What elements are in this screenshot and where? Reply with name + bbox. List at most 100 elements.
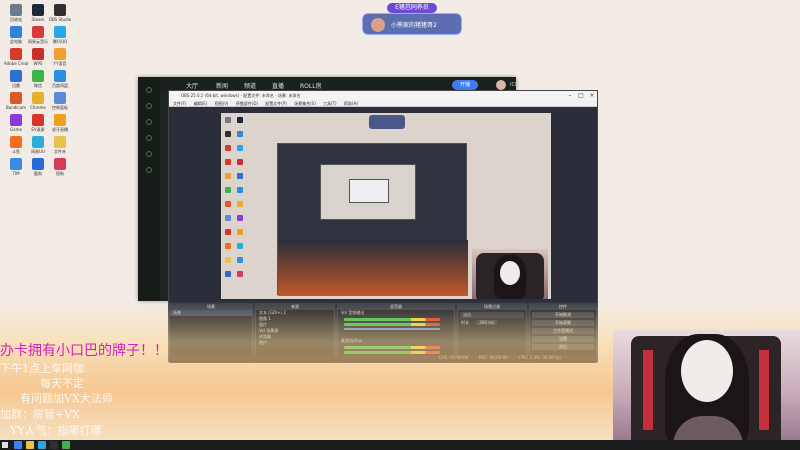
go-live-button[interactable]: 开播 <box>452 80 478 90</box>
desktop-app-icon[interactable]: Steam <box>26 4 50 22</box>
desktop-app-icon[interactable]: 控制面板 <box>48 92 72 110</box>
desktop-app-icon[interactable]: 搜狗 <box>48 158 72 176</box>
menu-help[interactable]: 帮助(H) <box>344 101 358 106</box>
app-icon <box>54 26 66 38</box>
mixer-channel-label: Vol 音频输出 <box>341 310 365 315</box>
app-icon <box>10 26 22 38</box>
nested-obs-preview <box>277 143 468 296</box>
desktop-app-icon[interactable]: 斗鱼 <box>4 136 28 154</box>
studio-mode-button[interactable]: 工作室模式 <box>532 328 594 334</box>
desktop-app-icon[interactable]: 迅雷 <box>4 70 28 88</box>
settings-icon[interactable] <box>146 167 152 173</box>
app-icon <box>32 136 44 148</box>
live-time: LIVE: 00:00:00 <box>439 355 469 360</box>
obs-window[interactable]: OBS 25.0.1 (64-bit, windows) - 配置文件: 未命名… <box>168 90 598 363</box>
desktop-icon-label: 腾讯QQ <box>52 39 68 44</box>
transition-select[interactable]: 淡出 <box>460 312 524 318</box>
menu-scene-collection[interactable]: 场景集合(S) <box>294 101 316 106</box>
obs-icon[interactable] <box>50 441 58 449</box>
desktop-app-icon[interactable]: OBS Studio <box>48 4 72 22</box>
start-recording-button[interactable]: 开始录制 <box>532 320 594 326</box>
preview-mini-icon <box>225 173 231 179</box>
menu-edit[interactable]: 编辑(E) <box>194 101 208 106</box>
transitions-dock-header: 场景过渡 <box>458 304 526 310</box>
maximize-icon[interactable]: □ <box>576 91 586 100</box>
desktop-icon-label: 迅雷 <box>12 83 20 88</box>
volume-slider[interactable] <box>344 328 440 330</box>
marquee-line: 每天不定 <box>40 377 84 390</box>
chat-icon[interactable] <box>146 119 152 125</box>
user-icon[interactable] <box>146 135 152 141</box>
source-item[interactable]: 图片 <box>256 340 334 346</box>
tab-roll[interactable]: ROLL房 <box>300 81 322 90</box>
menu-tools[interactable]: 工具(T) <box>323 101 337 106</box>
star-icon[interactable] <box>146 151 152 157</box>
preview-gift-badge <box>369 115 405 129</box>
app-icon <box>54 48 66 60</box>
desktop-icon-label: Adobe Creati... <box>4 61 28 66</box>
desktop-icon-label: 酷狗 <box>34 171 42 176</box>
desktop-icon-label: WPS <box>33 61 43 66</box>
tab-hall[interactable]: 大厅 <box>186 81 198 90</box>
menu-docks[interactable]: 停靠部件(D) <box>236 101 258 106</box>
desktop-app-icon[interactable]: EV录屏 <box>26 114 50 132</box>
desktop-app-icon[interactable]: Chrome <box>26 92 50 110</box>
obs-statusbar: LIVE: 00:00:00 REC: 00:00:00 CPU: 2.3%, … <box>169 355 597 361</box>
start-menu-icon[interactable] <box>2 442 8 448</box>
badge-avatar <box>371 18 385 32</box>
settings-button[interactable]: 设置 <box>532 336 594 342</box>
preview-mini-icon <box>225 145 231 151</box>
menu-profile[interactable]: 配置文件(P) <box>265 101 287 106</box>
badge-name: 小熊家的猪猪哥2 <box>391 22 437 29</box>
desktop-app-icon[interactable]: 网易UU <box>26 136 50 154</box>
menu-view[interactable]: 视图(V) <box>215 101 229 106</box>
desktop-app-icon[interactable]: 网易云音乐 <box>26 26 50 44</box>
wechat-icon[interactable] <box>62 441 70 449</box>
search-icon[interactable] <box>14 441 22 449</box>
nested-obs-preview-core <box>349 179 389 203</box>
duration-input[interactable]: 300 ms <box>476 320 498 325</box>
preview-mini-icon <box>237 159 243 165</box>
app-icon <box>54 158 66 170</box>
desktop-app-icon[interactable]: 微信 <box>26 70 50 88</box>
app-icon <box>10 70 22 82</box>
tab-channel[interactable]: 频道 <box>244 81 256 90</box>
tab-live[interactable]: 直播 <box>272 81 284 90</box>
home-icon[interactable] <box>146 87 152 93</box>
exit-button[interactable]: 退出 <box>532 344 594 350</box>
chair-stripe <box>759 350 769 430</box>
desktop-app-icon[interactable]: Bandicam <box>4 92 28 110</box>
game-icon[interactable] <box>146 103 152 109</box>
file-explorer-icon[interactable] <box>26 441 34 449</box>
minimize-icon[interactable]: – <box>565 91 575 100</box>
desktop-app-icon[interactable]: TIM <box>4 158 28 176</box>
app-icon <box>10 92 22 104</box>
desktop-app-icon[interactable]: 文件夹 <box>48 136 72 154</box>
qq-icon[interactable] <box>38 441 46 449</box>
desktop-app-icon[interactable]: 此电脑 <box>4 26 28 44</box>
desktop-icon-label: 百度网盘 <box>52 83 68 88</box>
preview-mini-icon <box>237 215 243 221</box>
preview-mini-icon <box>237 173 243 179</box>
desktop-icon-label: 虎牙直播 <box>52 127 68 132</box>
avatar[interactable] <box>496 80 506 90</box>
desktop-icon-label: 控制面板 <box>52 105 68 110</box>
close-icon[interactable]: × <box>587 91 597 100</box>
desktop-app-icon[interactable]: Game <box>4 114 28 132</box>
app-icon <box>10 136 22 148</box>
tab-news[interactable]: 新闻 <box>216 81 228 90</box>
menu-file[interactable]: 文件(F) <box>173 101 186 106</box>
audio-meter <box>344 351 440 354</box>
scenes-dock: 场景 场景 ＋ − ∧ ∨ <box>169 303 253 363</box>
desktop-app-icon[interactable]: 百度网盘 <box>48 70 72 88</box>
desktop-app-icon[interactable]: YY语音 <box>48 48 72 66</box>
desktop-app-icon[interactable]: 腾讯QQ <box>48 26 72 44</box>
duration-label: 时长 <box>461 320 469 325</box>
start-streaming-button[interactable]: 开始推流 <box>532 312 594 318</box>
desktop-app-icon[interactable]: 虎牙直播 <box>48 114 72 132</box>
scene-item[interactable]: 场景 <box>170 310 252 316</box>
desktop-app-icon[interactable]: Adobe Creati... <box>4 48 28 66</box>
desktop-app-icon[interactable]: 酷狗 <box>26 158 50 176</box>
desktop-app-icon[interactable]: WPS <box>26 48 50 66</box>
desktop-app-icon[interactable]: 回收站 <box>4 4 28 22</box>
